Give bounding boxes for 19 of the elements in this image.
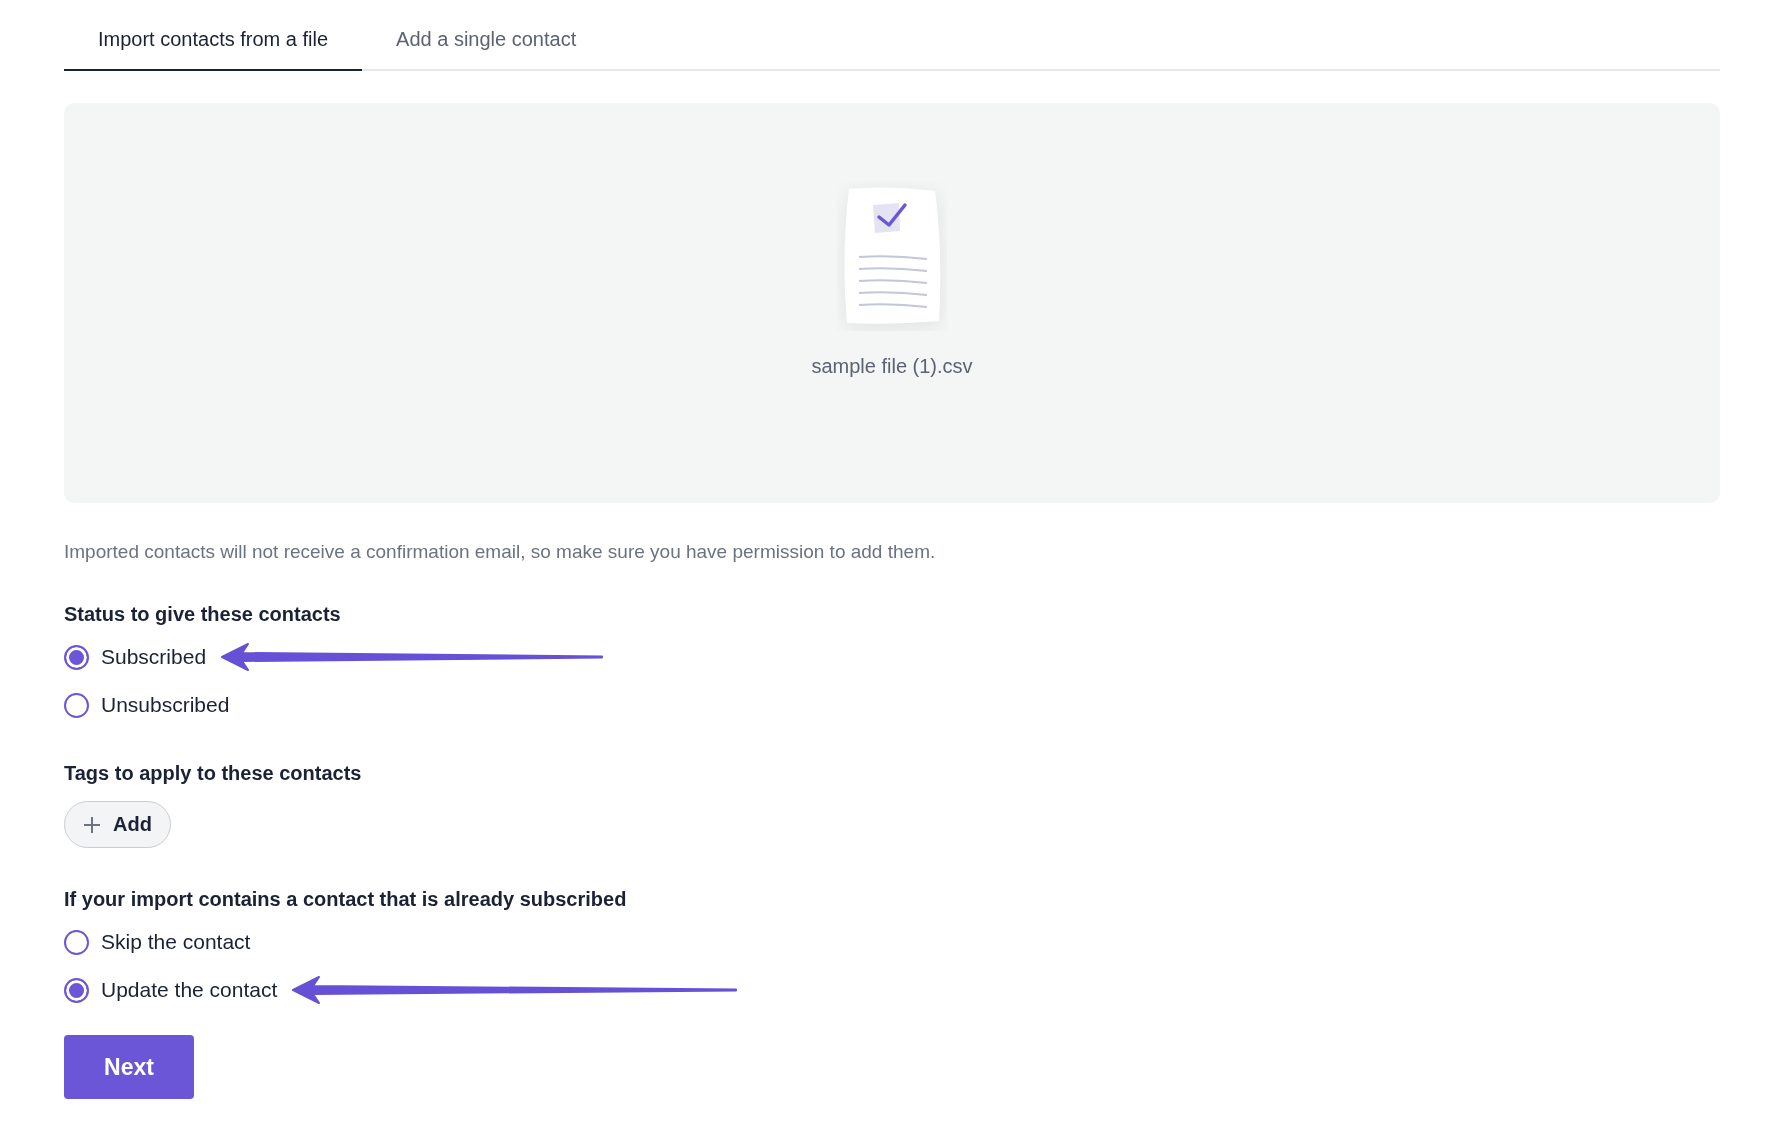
notice-text: Imported contacts will not receive a confirmation email, so make sure you have permission to add them. bbox=[64, 541, 936, 563]
file-drop-area[interactable]: sample file (1).csv bbox=[64, 103, 1720, 503]
radio-label[interactable]: Subscribed bbox=[101, 645, 207, 669]
radio-label[interactable]: Skip the contact bbox=[101, 930, 251, 954]
file-name: sample file (1).csv bbox=[811, 355, 973, 378]
tab[interactable]: Add a single contact bbox=[362, 28, 611, 71]
section-heading: Status to give these contacts bbox=[64, 603, 341, 626]
plus-icon bbox=[83, 815, 101, 834]
add-tag-button[interactable]: Add bbox=[64, 801, 171, 848]
section-heading: If your import contains a contact that is already subscribed bbox=[64, 888, 627, 911]
radio-button[interactable] bbox=[64, 644, 89, 670]
radio-label[interactable]: Unsubscribed bbox=[101, 693, 230, 717]
next-button[interactable]: Next bbox=[64, 1035, 194, 1099]
radio-button[interactable] bbox=[64, 692, 89, 718]
radio-label[interactable]: Update the contact bbox=[101, 978, 278, 1002]
tab[interactable]: Import contacts from a file bbox=[64, 28, 363, 71]
radio-button[interactable] bbox=[64, 977, 89, 1003]
section-heading: Tags to apply to these contacts bbox=[64, 762, 362, 785]
radio-button[interactable] bbox=[64, 929, 89, 955]
